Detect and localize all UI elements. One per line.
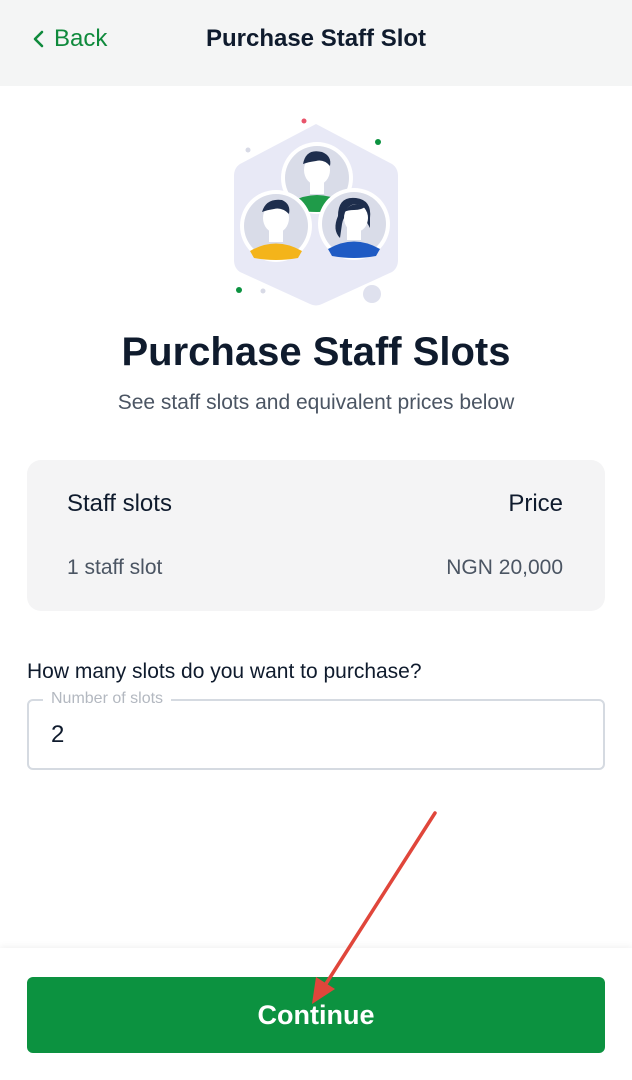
table-cell-slot: 1 staff slot [67, 556, 163, 579]
number-of-slots-field[interactable]: Number of slots [27, 689, 605, 770]
section-subtitle: See staff slots and equivalent prices be… [117, 391, 515, 414]
staff-group-illustration [226, 112, 406, 308]
column-header-price: Price [508, 490, 563, 517]
slots-question: How many slots do you want to purchase? [27, 660, 422, 683]
section-title: Purchase Staff Slots [121, 330, 511, 374]
purchase-staff-slot-screen: Back Purchase Staff Slot Purchase Staff … [0, 0, 632, 1080]
number-of-slots-input[interactable] [51, 717, 571, 753]
table-cell-price: NGN 20,000 [446, 556, 563, 579]
column-header-staff-slots: Staff slots [67, 490, 172, 517]
top-bar: Back Purchase Staff Slot [0, 0, 632, 86]
page-title: Purchase Staff Slot [205, 25, 427, 52]
continue-button[interactable]: Continue [27, 977, 605, 1053]
price-table: Staff slots Price 1 staff slot NGN 20,00… [27, 460, 605, 611]
number-of-slots-label: Number of slots [43, 689, 172, 709]
